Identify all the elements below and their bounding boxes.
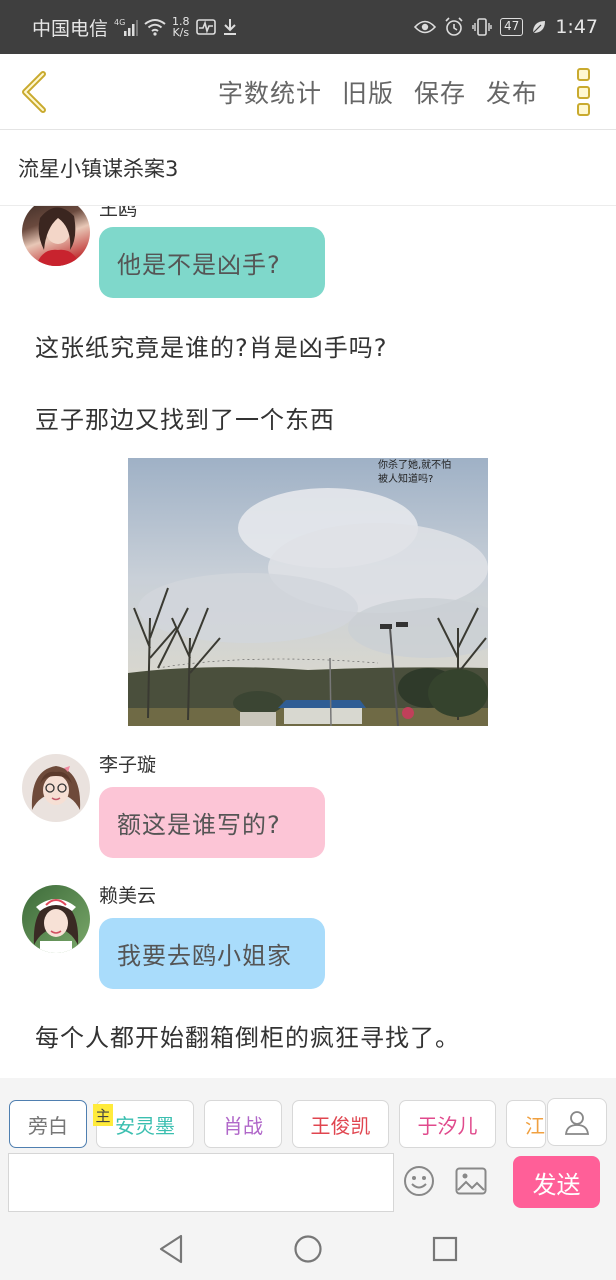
more-vertical-icon[interactable] <box>570 66 596 118</box>
sender-name: 赖美云 <box>99 885 157 907</box>
avatar[interactable] <box>22 754 90 822</box>
main-character-badge: 主 <box>93 1104 113 1126</box>
character-chip[interactable]: 江 <box>506 1100 546 1148</box>
battery-indicator: 47 <box>500 18 524 36</box>
system-nav-bar <box>0 1218 616 1280</box>
activity-icon <box>195 19 216 35</box>
image-icon[interactable] <box>454 1166 488 1196</box>
narration-text[interactable]: 这张纸究竟是谁的?肖是凶手吗? <box>35 328 387 363</box>
story-title[interactable]: 流星小镇谋杀案3 <box>0 130 616 206</box>
image-caption: 你杀了她,就不怕 <box>378 458 451 471</box>
character-chip[interactable]: 王俊凯 <box>292 1100 389 1148</box>
alarm-icon <box>444 17 464 37</box>
publish-button[interactable]: 发布 <box>486 74 538 110</box>
message-bubble[interactable]: 他是不是凶手? <box>99 227 325 298</box>
story-image[interactable]: 你杀了她,就不怕 被人知道吗? <box>128 458 488 726</box>
clock: 1:47 <box>555 16 598 38</box>
network-type: 4G <box>114 18 125 27</box>
square-recent-icon[interactable] <box>428 1232 462 1266</box>
composer-panel: 旁白 安灵墨 主 肖战 王俊凯 于汐儿 江 发送 <box>0 1078 616 1218</box>
story-content[interactable]: 王鸥 他是不是凶手? 这张纸究竟是谁的?肖是凶手吗? 豆子那边又找到了一个东西 <box>0 206 616 1078</box>
send-button[interactable]: 发送 <box>513 1156 600 1208</box>
narration-text[interactable]: 豆子那边又找到了一个东西 <box>35 400 335 435</box>
chevron-left-icon <box>22 71 46 113</box>
user-icon[interactable] <box>547 1098 607 1146</box>
eye-icon <box>414 19 437 35</box>
download-icon <box>222 18 238 36</box>
narration-text[interactable]: 每个人都开始翻箱倒柜的疯狂寻找了。 <box>35 1018 460 1053</box>
character-chip[interactable]: 肖战 <box>204 1100 282 1148</box>
network-speed: 1.8 K/s <box>172 15 190 39</box>
triangle-back-icon[interactable] <box>154 1232 188 1266</box>
signal-icon: 4G <box>114 17 139 37</box>
vibrate-icon <box>472 18 492 36</box>
save-button[interactable]: 保存 <box>414 74 466 110</box>
status-bar: 中国电信 4G 1.8 K/s 47 1:47 <box>0 0 616 54</box>
avatar[interactable] <box>22 206 90 266</box>
character-chip[interactable]: 于汐儿 <box>399 1100 496 1148</box>
character-chip-narrator[interactable]: 旁白 <box>9 1100 87 1148</box>
old-version-button[interactable]: 旧版 <box>342 74 394 110</box>
sender-name: 李子璇 <box>99 754 157 776</box>
circle-home-icon[interactable] <box>291 1232 325 1266</box>
message-input[interactable] <box>8 1153 394 1212</box>
image-caption: 被人知道吗? <box>378 472 433 485</box>
word-count-button[interactable]: 字数统计 <box>218 74 322 110</box>
message-bubble[interactable]: 我要去鸥小姐家 <box>99 918 325 989</box>
carrier-label: 中国电信 <box>32 17 109 40</box>
message-bubble[interactable]: 额这是谁写的? <box>99 787 325 858</box>
wifi-icon <box>144 18 166 36</box>
editor-toolbar: 字数统计 旧版 保存 发布 <box>0 54 616 130</box>
sender-name: 王鸥 <box>99 206 138 220</box>
back-button[interactable] <box>12 66 56 118</box>
avatar[interactable] <box>22 885 90 953</box>
emoji-icon[interactable] <box>402 1164 436 1198</box>
leaf-icon <box>531 19 547 35</box>
